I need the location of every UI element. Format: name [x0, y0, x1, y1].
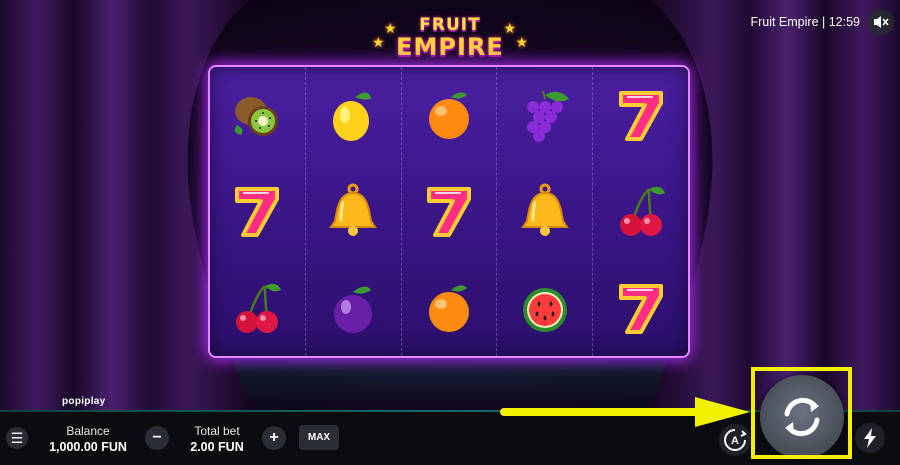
- reel-3: [402, 67, 498, 356]
- total-bet-value: 2.00 FUN: [190, 440, 244, 454]
- symbol-cherries: [609, 179, 673, 243]
- svg-text:A: A: [731, 435, 739, 447]
- max-bet-button[interactable]: MAX: [299, 425, 339, 450]
- balance-display: Balance 1,000.00 FUN: [38, 424, 138, 454]
- star-icon: ★: [515, 34, 528, 50]
- orange-icon: [428, 285, 469, 332]
- turbo-button[interactable]: [855, 423, 885, 453]
- balance-label: Balance: [66, 424, 110, 438]
- reel-4: [497, 67, 594, 356]
- symbol-bell: [513, 179, 577, 243]
- cherries-icon: [619, 187, 665, 237]
- provider-logo: popiplay: [62, 396, 106, 407]
- symbol-orange: [417, 276, 481, 340]
- symbol-watermelon: [513, 276, 577, 340]
- lemon-icon: [333, 92, 372, 142]
- total-bet-display: Total bet 2.00 FUN: [180, 424, 254, 454]
- symbol-lemon: [321, 83, 385, 147]
- logo-empire: EMPIRE: [396, 33, 504, 61]
- grapes-icon: [526, 90, 569, 143]
- symbol-grapes: [513, 83, 577, 147]
- mute-button[interactable]: [868, 9, 894, 35]
- symbol-seven: [417, 179, 481, 243]
- seven-icon: [426, 187, 471, 238]
- reel-1: [210, 67, 306, 356]
- minus-icon: −: [152, 429, 162, 446]
- autoplay-button[interactable]: A: [719, 424, 751, 456]
- balance-value: 1,000.00 FUN: [49, 440, 127, 454]
- bell-icon: [329, 183, 378, 237]
- annotation-arrow: [500, 397, 750, 427]
- plum-icon: [334, 286, 373, 333]
- symbol-kiwi: [225, 83, 289, 147]
- spin-button-highlight: [751, 367, 852, 459]
- reel-grid: [210, 67, 688, 356]
- seven-icon: [235, 187, 280, 238]
- total-bet-label: Total bet: [194, 424, 240, 438]
- autoplay-icon: A: [724, 429, 747, 451]
- star-icon: ★: [384, 20, 397, 36]
- speaker-muted-icon: [874, 16, 889, 28]
- symbol-seven: [609, 83, 673, 147]
- star-icon: ★: [372, 34, 385, 50]
- cherries-icon: [236, 283, 282, 333]
- orange-icon: [428, 92, 469, 140]
- kiwi-icon: [235, 97, 279, 137]
- game-title-clock: Fruit Empire | 12:59: [750, 15, 860, 29]
- symbol-seven: [609, 276, 673, 340]
- seven-icon: [618, 283, 663, 334]
- menu-button[interactable]: ☰: [6, 427, 28, 449]
- symbol-plum: [321, 276, 385, 340]
- bell-icon: [520, 183, 569, 237]
- symbol-orange: [417, 83, 481, 147]
- lightning-icon: [864, 428, 876, 448]
- reel-5: [593, 67, 688, 356]
- watermelon-icon: [522, 287, 567, 332]
- symbol-seven: [225, 179, 289, 243]
- decrease-bet-button[interactable]: −: [145, 426, 169, 450]
- symbol-cherries: [225, 276, 289, 340]
- increase-bet-button[interactable]: +: [262, 426, 286, 450]
- game-logo: ★ ★ ★ ★ FRUIT EMPIRE: [370, 16, 530, 68]
- symbol-bell: [321, 179, 385, 243]
- reel-2: [306, 67, 402, 356]
- plus-icon: +: [269, 429, 279, 446]
- seven-icon: [618, 91, 663, 142]
- hamburger-icon: ☰: [10, 429, 24, 446]
